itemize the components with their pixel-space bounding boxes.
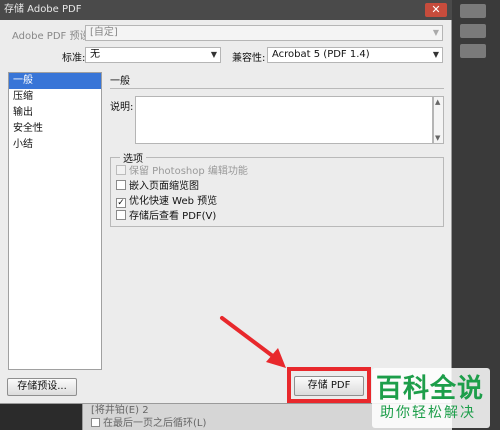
compatibility-select[interactable]: Acrobat 5 (PDF 1.4) ▼ <box>267 47 443 63</box>
category-item-general[interactable]: 一般 <box>9 73 101 89</box>
option-view-after-save[interactable]: 存储后查看 PDF(V) <box>116 210 216 224</box>
option-label: 优化快速 Web 预览 <box>129 196 218 207</box>
standard-select[interactable]: 无 ▼ <box>85 47 221 63</box>
option-label: 存储后查看 PDF(V) <box>129 211 217 222</box>
compatibility-value: Acrobat 5 (PDF 1.4) <box>272 49 370 60</box>
background-dialog-option: 在最后一页之后循环(L) <box>91 417 206 430</box>
annotation-highlight-box <box>287 367 371 403</box>
category-list: 一般 压缩 输出 安全性 小结 <box>8 72 102 370</box>
preset-select[interactable]: [自定] ▼ <box>85 25 443 41</box>
background-dialog-option-label: 在最后一页之后循环(L) <box>103 418 207 429</box>
background-close-icon <box>460 4 486 18</box>
background-app-area <box>452 0 500 430</box>
scroll-up-icon: ▲ <box>435 98 441 106</box>
checkbox-icon <box>91 418 100 427</box>
category-item-security[interactable]: 安全性 <box>9 121 101 137</box>
options-legend: 选项 <box>120 150 146 165</box>
watermark-slogan: 助你轻松解决 <box>380 405 476 421</box>
checkbox-icon <box>116 165 126 175</box>
chevron-down-icon: ▼ <box>210 50 217 59</box>
option-embed-thumbnails[interactable]: 嵌入页面缩览图 <box>116 180 199 194</box>
scroll-down-icon: ▼ <box>435 134 441 142</box>
option-label: 保留 Photoshop 编辑功能 <box>129 166 248 177</box>
close-icon[interactable]: ✕ <box>425 3 447 17</box>
chevron-down-icon: ▼ <box>432 28 439 37</box>
checkbox-icon[interactable] <box>116 180 126 190</box>
description-label: 说明: <box>110 102 134 113</box>
standard-value: 无 <box>90 49 100 60</box>
compatibility-label: 兼容性: <box>232 53 266 64</box>
description-scrollbar[interactable]: ▲ ▼ <box>433 96 444 144</box>
category-item-summary[interactable]: 小结 <box>9 137 101 153</box>
save-pdf-dialog: 存储 Adobe PDF ✕ Adobe PDF 预设: [自定] ▼ 标准: … <box>0 0 452 404</box>
category-item-output[interactable]: 输出 <box>9 105 101 121</box>
background-button-icon <box>460 44 486 58</box>
option-fast-web-view[interactable]: ✓ 优化快速 Web 预览 <box>116 195 217 209</box>
save-preset-button[interactable]: 存储预设... <box>7 378 77 396</box>
option-label: 嵌入页面缩览图 <box>129 181 199 192</box>
title-bar: 存储 Adobe PDF <box>0 0 452 20</box>
checkbox-icon[interactable] <box>116 210 126 220</box>
background-dialog-line: [将井铂(E) 2 <box>91 405 149 416</box>
preset-value: [自定] <box>90 27 118 38</box>
description-textarea[interactable] <box>135 96 433 144</box>
checkmark-icon[interactable]: ✓ <box>116 198 126 208</box>
chevron-down-icon: ▼ <box>432 50 439 59</box>
section-title: 一般 <box>110 76 130 87</box>
option-preserve-photoshop: 保留 Photoshop 编辑功能 <box>116 165 248 179</box>
preset-label: Adobe PDF 预设: <box>12 31 93 42</box>
category-item-compression[interactable]: 压缩 <box>9 89 101 105</box>
standard-label: 标准: <box>62 53 86 64</box>
section-divider <box>110 88 444 89</box>
window-title: 存储 Adobe PDF <box>4 4 82 15</box>
watermark-logo: 百科全说 <box>376 374 485 404</box>
background-button-icon <box>460 24 486 38</box>
